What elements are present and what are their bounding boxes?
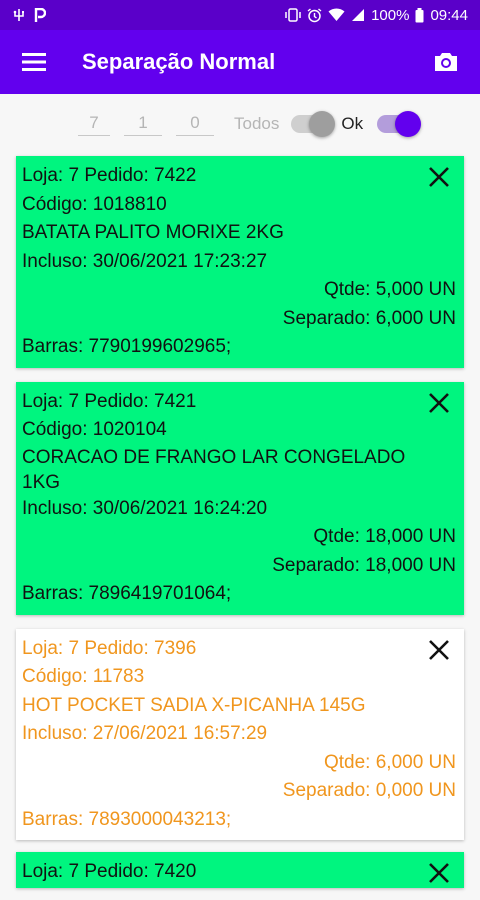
order-separated: Separado: 18,000 UN: [272, 554, 456, 576]
vibrate-icon: [285, 8, 301, 22]
order-card[interactable]: Loja: 7 Pedido: 7420: [16, 852, 464, 888]
status-right: 100% 09:44: [285, 7, 468, 24]
hamburger-icon: [22, 53, 46, 71]
order-store-number: Loja: 7 Pedido: 7396: [22, 637, 197, 659]
ok-label: Ok: [341, 114, 364, 133]
battery-percent: 100%: [371, 6, 410, 24]
signal-icon: [352, 9, 365, 21]
camera-button[interactable]: [428, 44, 464, 80]
order-description: BATATA PALITO MORIXE 2KG: [22, 222, 284, 243]
todos-switch[interactable]: [291, 111, 336, 137]
battery-icon: [415, 7, 424, 22]
app-bar: Separação Normal: [0, 30, 480, 94]
loja-filter-input[interactable]: 7: [78, 113, 110, 136]
usb-icon: [13, 9, 24, 21]
order-card[interactable]: Loja: 7 Pedido: 7422 Código: 1018810 BAT…: [16, 156, 464, 368]
clock: 09:44: [430, 6, 468, 24]
filter-input-2[interactable]: 1: [124, 113, 162, 136]
order-store-number: Loja: 7 Pedido: 7422: [22, 165, 197, 186]
menu-button[interactable]: [16, 44, 52, 80]
order-list: Loja: 7 Pedido: 7422 Código: 1018810 BAT…: [0, 156, 480, 888]
order-store-number: Loja: 7 Pedido: 7421: [22, 390, 197, 412]
close-icon[interactable]: [426, 860, 452, 886]
camera-icon: [435, 53, 457, 71]
close-icon[interactable]: [426, 164, 452, 190]
close-icon[interactable]: [426, 637, 452, 663]
order-quantity: Qtde: 6,000 UN: [323, 751, 456, 773]
order-description: CORACAO DE FRANGO LAR CONGELADO 1KG: [22, 446, 406, 493]
order-code: Código: 1018810: [22, 193, 167, 215]
order-card[interactable]: Loja: 7 Pedido: 7421 Código: 1020104 COR…: [16, 381, 464, 615]
todos-label: Todos: [234, 114, 280, 133]
order-code: Código: 11783: [22, 666, 145, 687]
switch-knob: [395, 111, 422, 137]
order-code: Código: 1020104: [22, 419, 167, 440]
order-included-date: Incluso: 27/06/2021 16:57:29: [22, 723, 268, 744]
filter-bar: 7 1 0 Todos Ok: [0, 94, 480, 154]
p-notification-icon: [34, 7, 46, 22]
order-barcode: Barras: 7790199602965;: [22, 336, 232, 357]
alarm-icon: [307, 7, 322, 22]
order-description: HOT POCKET SADIA X-PICANHA 145G: [22, 694, 366, 716]
order-card[interactable]: Loja: 7 Pedido: 7396 Código: 11783 HOT P…: [16, 628, 464, 840]
order-quantity: Qtde: 5,000 UN: [323, 279, 456, 300]
close-icon[interactable]: [426, 390, 452, 416]
ok-switch[interactable]: [377, 111, 422, 137]
order-store-number: Loja: 7 Pedido: 7420: [22, 861, 197, 882]
order-separated: Separado: 6,000 UN: [282, 307, 456, 329]
page-title: Separação Normal: [82, 49, 276, 74]
order-barcode: Barras: 7893000043213;: [22, 808, 232, 830]
order-included-date: Incluso: 30/06/2021 17:23:27: [22, 250, 268, 272]
order-included-date: Incluso: 30/06/2021 16:24:20: [22, 497, 268, 519]
status-left: [12, 7, 46, 23]
wifi-icon: [328, 8, 345, 21]
order-separated: Separado: 0,000 UN: [282, 780, 456, 801]
order-quantity: Qtde: 18,000 UN: [313, 526, 456, 547]
order-barcode: Barras: 7896419701064;: [22, 583, 232, 604]
switch-knob: [309, 111, 336, 137]
filter-input-3[interactable]: 0: [176, 113, 214, 136]
status-bar: 100% 09:44: [0, 0, 480, 30]
